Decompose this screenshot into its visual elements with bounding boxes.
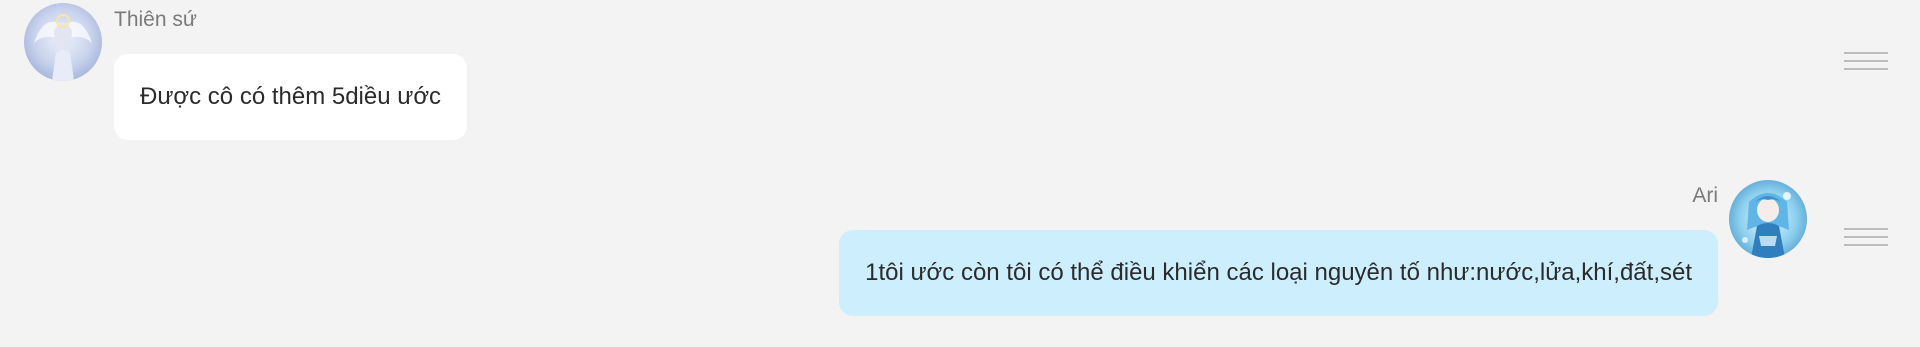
- message-menu-icon[interactable]: [1844, 228, 1888, 252]
- avatar-thien-su[interactable]: [24, 3, 102, 81]
- message-bubble: 1tôi ước còn tôi có thể điều khiển các l…: [839, 230, 1718, 316]
- sender-name: Ari: [1692, 184, 1718, 207]
- sender-name: Thiên sứ: [114, 8, 197, 31]
- message-text: Được cô có thêm 5diều ước: [140, 82, 442, 110]
- message-bubble: Được cô có thêm 5diều ước: [114, 54, 468, 140]
- message-menu-icon[interactable]: [1844, 52, 1888, 76]
- anime-girl-avatar-icon: [1729, 180, 1807, 258]
- message-text: 1tôi ước còn tôi có thể điều khiển các l…: [865, 258, 1692, 286]
- avatar-ari[interactable]: [1729, 180, 1807, 258]
- chat-thread: Thiên sứ Được cô có thêm 5diều ước Ari 1…: [0, 0, 1920, 347]
- angel-avatar-icon: [24, 3, 102, 81]
